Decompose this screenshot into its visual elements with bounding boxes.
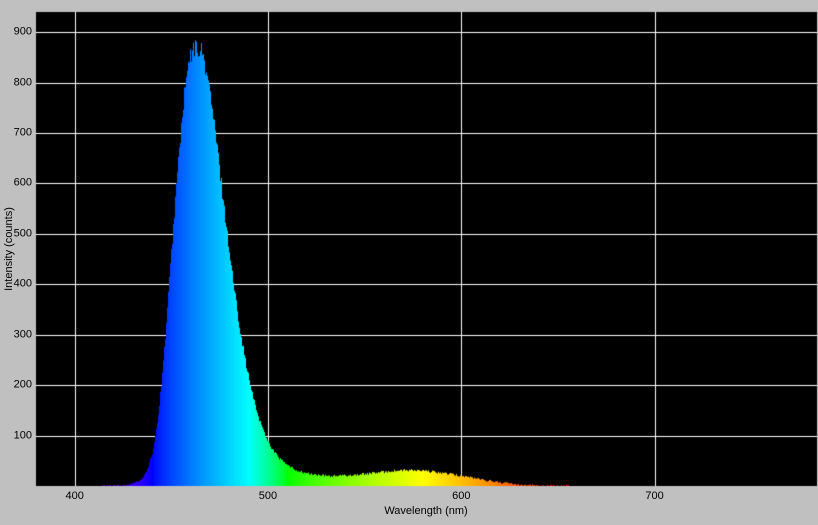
y-tick-label: 800 (13, 76, 32, 89)
y-tick-label: 300 (13, 328, 32, 341)
x-tick-label: 600 (452, 490, 471, 502)
y-tick-label: 900 (13, 25, 32, 38)
spectrograph-chart: 400 500 600 700 100 200 300 400 500 600 700 800 900… (0, 0, 818, 525)
y-tick-label: 600 (13, 176, 32, 189)
x-tick-label: 500 (258, 490, 278, 502)
y-tick-label: 700 (13, 126, 32, 139)
y-axis-title: Intensity (counts) (3, 207, 15, 291)
y-tick-label: 100 (13, 429, 32, 442)
y-tick-label: 500 (13, 227, 32, 240)
y-tick-label: 200 (13, 378, 32, 391)
x-axis-title: Wavelength (nm) (384, 505, 468, 517)
y-tick-label: 400 (13, 277, 32, 290)
x-tick-label: 400 (65, 490, 84, 502)
x-tick-label: 700 (645, 490, 664, 502)
spectrum-plot-canvas (0, 0, 818, 525)
